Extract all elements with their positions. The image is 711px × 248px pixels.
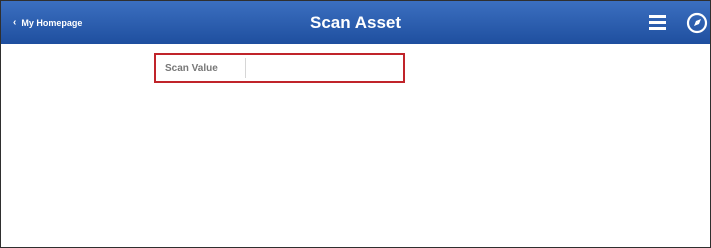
header-bar: ‹ My Homepage Scan Asset bbox=[1, 1, 710, 44]
app-frame: ‹ My Homepage Scan Asset Scan Value bbox=[0, 0, 711, 248]
navbar-button[interactable] bbox=[684, 11, 710, 35]
hamburger-menu-icon bbox=[649, 15, 666, 30]
back-button[interactable]: ‹ My Homepage bbox=[13, 1, 82, 44]
back-button-label: My Homepage bbox=[21, 17, 83, 28]
scan-value-label: Scan Value bbox=[156, 55, 245, 81]
chevron-left-icon: ‹ bbox=[13, 16, 17, 28]
scan-value-input[interactable] bbox=[245, 58, 400, 78]
menu-button[interactable] bbox=[648, 13, 667, 32]
scan-value-field: Scan Value bbox=[154, 53, 405, 83]
page-title: Scan Asset bbox=[309, 13, 402, 32]
navbar-compass-icon bbox=[686, 12, 708, 34]
